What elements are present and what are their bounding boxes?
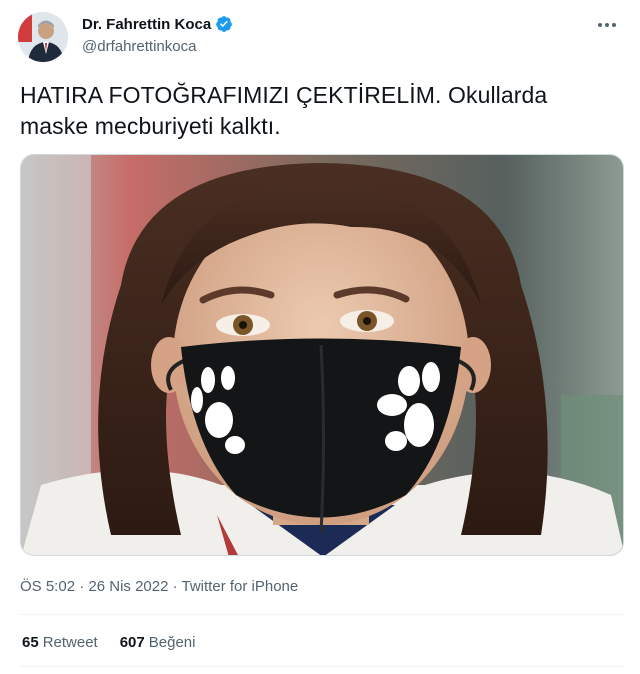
name-row: Dr. Fahrettin Koca	[82, 14, 233, 34]
avatar-image	[18, 12, 68, 62]
tweet-card: Dr. Fahrettin Koca @drfahrettinkoca HATI…	[0, 0, 640, 674]
meta-separator: ·	[168, 578, 182, 595]
handle[interactable]: @drfahrettinkoca	[82, 38, 233, 55]
tweet-time[interactable]: ÖS 5:02	[20, 578, 75, 595]
verified-badge-icon	[216, 16, 233, 32]
tweet-source[interactable]: Twitter for iPhone	[182, 578, 299, 595]
display-name[interactable]: Dr. Fahrettin Koca	[82, 16, 211, 33]
retweet-label: Retweet	[42, 634, 98, 651]
tweet-stats: 65 Retweet 607 Beğeni	[22, 634, 195, 651]
more-button[interactable]	[592, 10, 622, 40]
meta-separator: ·	[75, 578, 89, 595]
retweet-stat[interactable]: 65 Retweet	[22, 634, 98, 651]
divider	[20, 666, 624, 667]
divider	[20, 614, 624, 615]
like-stat[interactable]: 607 Beğeni	[120, 634, 196, 651]
tweet-text-line: HATIRA FOTOĞRAFIMIZI ÇEKTİRELİM. Okullar…	[20, 82, 548, 108]
author-info: Dr. Fahrettin Koca @drfahrettinkoca	[82, 14, 233, 55]
more-horizontal-icon	[598, 23, 616, 27]
tweet-meta: ÖS 5:02 · 26 Nis 2022 · Twitter for iPho…	[20, 578, 298, 595]
photo-girl-wearing-mask	[21, 155, 623, 555]
tweet-text: HATIRA FOTOĞRAFIMIZI ÇEKTİRELİM. Okullar…	[20, 80, 620, 142]
like-label: Beğeni	[148, 634, 196, 651]
tweet-text-line: maske mecburiyeti kalktı.	[20, 113, 281, 139]
avatar[interactable]	[18, 12, 68, 62]
like-count: 607	[119, 634, 145, 651]
tweet-date[interactable]: 26 Nis 2022	[88, 578, 168, 595]
retweet-count: 65	[22, 634, 39, 651]
tweet-photo[interactable]	[20, 154, 624, 556]
